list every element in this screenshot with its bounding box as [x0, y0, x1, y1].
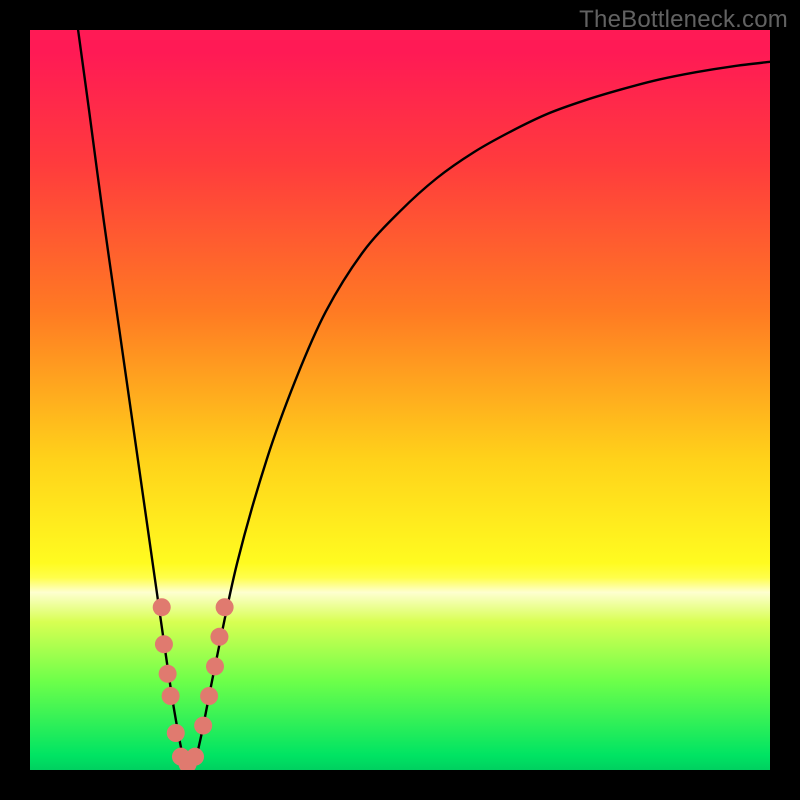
scatter-dot	[167, 724, 185, 742]
scatter-dot	[194, 717, 212, 735]
scatter-dot	[153, 598, 171, 616]
scatter-dots	[153, 598, 234, 770]
chart-frame: TheBottleneck.com	[0, 0, 800, 800]
scatter-dot	[162, 687, 180, 705]
watermark-text: TheBottleneck.com	[579, 6, 788, 34]
chart-plot-area	[30, 30, 770, 770]
scatter-dot	[206, 657, 224, 675]
scatter-dot	[159, 665, 177, 683]
scatter-dot	[200, 687, 218, 705]
scatter-dot	[216, 598, 234, 616]
scatter-dot	[155, 635, 173, 653]
curve-path	[78, 30, 770, 770]
scatter-dot	[210, 628, 228, 646]
scatter-dot	[186, 748, 204, 766]
bottleneck-curve	[30, 30, 770, 770]
